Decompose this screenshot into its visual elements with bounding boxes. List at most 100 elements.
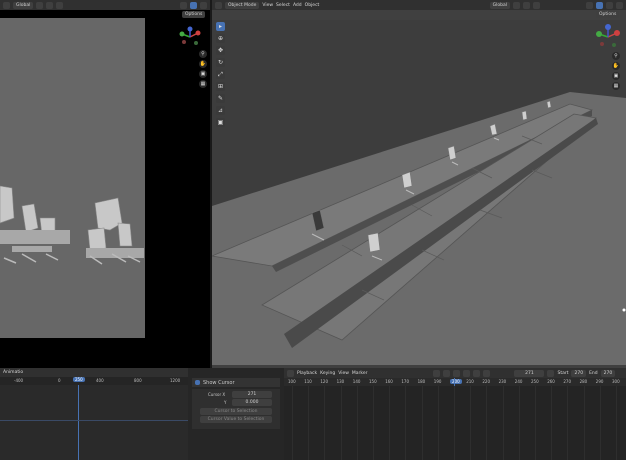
camera-icon[interactable]: ▣ [199, 70, 207, 78]
menu-add[interactable]: Add [293, 3, 302, 8]
add-cube-icon[interactable]: ▣ [216, 118, 225, 127]
grid-line [308, 386, 310, 460]
transform-icon[interactable]: ⊞ [216, 82, 225, 91]
tick-label: 190 [433, 379, 442, 384]
options-button-left[interactable]: Options [182, 11, 206, 18]
clock-icon[interactable] [547, 369, 555, 377]
transform-orientation-dropdown[interactable]: Global [489, 1, 510, 9]
left-timeline-ruler[interactable]: -400 0 400 800 1200 250 [0, 377, 188, 385]
shading-solid-icon[interactable] [596, 1, 603, 9]
grid-line [405, 386, 407, 460]
grid-line [583, 386, 585, 460]
shading-material-icon[interactable] [200, 1, 207, 9]
right-timeline-ruler[interactable]: 100 110 120 130 140 150 160 170 180 190 200 210 220 2… [284, 378, 626, 386]
left-viewport[interactable]: Global Options ⚲ ✋ ▣ ▦ [0, 0, 210, 368]
move-icon[interactable]: ✥ [216, 46, 225, 55]
play-reverse-icon[interactable] [453, 369, 461, 377]
tick-label: 180 [417, 379, 426, 384]
editor-type-icon[interactable] [215, 1, 222, 9]
right-timeline[interactable]: Playback Keying View Marker 271 Start 27… [284, 368, 626, 460]
prev-key-icon[interactable] [443, 369, 451, 377]
editor-label[interactable]: Animatio [3, 370, 23, 375]
overlay-icon[interactable] [180, 1, 187, 9]
cursor-value-to-selection-button[interactable]: Cursor Value to Selection [200, 416, 272, 423]
playhead-line[interactable] [78, 385, 79, 460]
next-key-icon[interactable] [473, 369, 481, 377]
rotate-icon[interactable]: ↻ [216, 58, 225, 67]
tick-label: 230 [498, 379, 507, 384]
shading-rendered-icon[interactable] [616, 1, 623, 9]
grid-line [324, 386, 326, 460]
zoom-icon[interactable]: ⚲ [199, 50, 207, 58]
tick-label: 130 [336, 379, 345, 384]
current-frame-field[interactable]: 271 [514, 369, 545, 377]
menu-view[interactable]: View [338, 371, 349, 376]
tick-label: 240 [514, 379, 523, 384]
grid-line [292, 386, 293, 460]
snap-icon[interactable] [523, 1, 530, 9]
menu-view[interactable]: View [262, 3, 273, 8]
transform-orientation-dropdown[interactable]: Global [13, 1, 34, 9]
current-frame-badge[interactable]: 200 [450, 379, 462, 384]
shading-solid-icon[interactable] [190, 1, 197, 9]
grid-line [340, 386, 342, 460]
object-mode-dropdown[interactable]: Object Mode [225, 1, 260, 9]
pivot-icon[interactable] [36, 1, 44, 9]
right-timeline-header: Playback Keying View Marker 271 Start 27… [284, 368, 626, 378]
end-label: End [589, 370, 598, 376]
start-field[interactable]: 270 [571, 369, 587, 377]
jump-start-icon[interactable] [433, 369, 441, 377]
end-field[interactable]: 270 [600, 369, 616, 377]
tick-label: 1200 [170, 378, 181, 383]
select-box-icon[interactable]: ▸ [216, 22, 225, 31]
grid-line [567, 386, 569, 460]
menu-keying[interactable]: Keying [320, 371, 335, 376]
navigation-gizmo[interactable] [595, 24, 621, 50]
jump-end-icon[interactable] [483, 369, 491, 377]
camera-icon[interactable]: ▣ [612, 72, 620, 80]
play-icon[interactable] [463, 369, 471, 377]
measure-icon[interactable]: ⊿ [216, 106, 225, 115]
grid-line [421, 386, 423, 460]
grid-icon[interactable]: ▦ [199, 80, 207, 88]
proportional-edit-icon[interactable] [56, 1, 64, 9]
menu-marker[interactable]: Marker [352, 371, 368, 376]
left-timeline[interactable]: Animatio -400 0 400 800 1200 250 [0, 368, 188, 460]
start-label: Start [557, 370, 569, 376]
current-frame-badge[interactable]: 250 [73, 377, 85, 382]
cursor-icon[interactable]: ⊕ [216, 34, 225, 43]
overlay-icon[interactable] [586, 1, 593, 9]
grid-line [616, 386, 617, 460]
tick-label: 0 [58, 378, 61, 383]
cursor-y-field[interactable]: 0.000 [232, 399, 272, 406]
zoom-icon[interactable]: ⚲ [612, 52, 620, 60]
scale-icon[interactable]: ⤢ [216, 70, 225, 79]
main-nav-controls: ⚲ ✋ ▣ ▦ [612, 52, 620, 92]
grid-icon[interactable]: ▦ [612, 82, 620, 90]
tick-label: 110 [304, 379, 312, 384]
editor-type-icon[interactable] [287, 369, 294, 377]
checkbox-icon[interactable] [195, 380, 200, 385]
main-viewport[interactable]: Object Mode View Select Add Object Globa… [212, 0, 626, 368]
tick-label: 150 [369, 379, 377, 384]
curve-line [0, 420, 188, 421]
snap-icon[interactable] [46, 1, 54, 9]
shading-material-icon[interactable] [606, 1, 613, 9]
cursor-to-selection-button[interactable]: Cursor to Selection [200, 408, 272, 415]
grid-line [486, 386, 488, 460]
menu-object[interactable]: Object [305, 3, 320, 8]
annotate-icon[interactable]: ✎ [216, 94, 225, 103]
grid-line [373, 386, 374, 460]
menu-playback[interactable]: Playback [297, 371, 317, 376]
tick-label: 220 [482, 379, 491, 384]
menu-select[interactable]: Select [276, 3, 290, 8]
proportional-edit-icon[interactable] [533, 1, 540, 9]
pan-hand-icon[interactable]: ✋ [199, 60, 207, 68]
pan-hand-icon[interactable]: ✋ [612, 62, 620, 70]
pivot-icon[interactable] [513, 1, 520, 9]
grid-line [437, 386, 439, 460]
options-button-main[interactable]: Options [596, 11, 620, 18]
editor-type-icon[interactable] [3, 1, 10, 9]
navigation-gizmo-left[interactable] [178, 26, 202, 48]
cursor-x-field[interactable]: 271 [232, 391, 272, 398]
